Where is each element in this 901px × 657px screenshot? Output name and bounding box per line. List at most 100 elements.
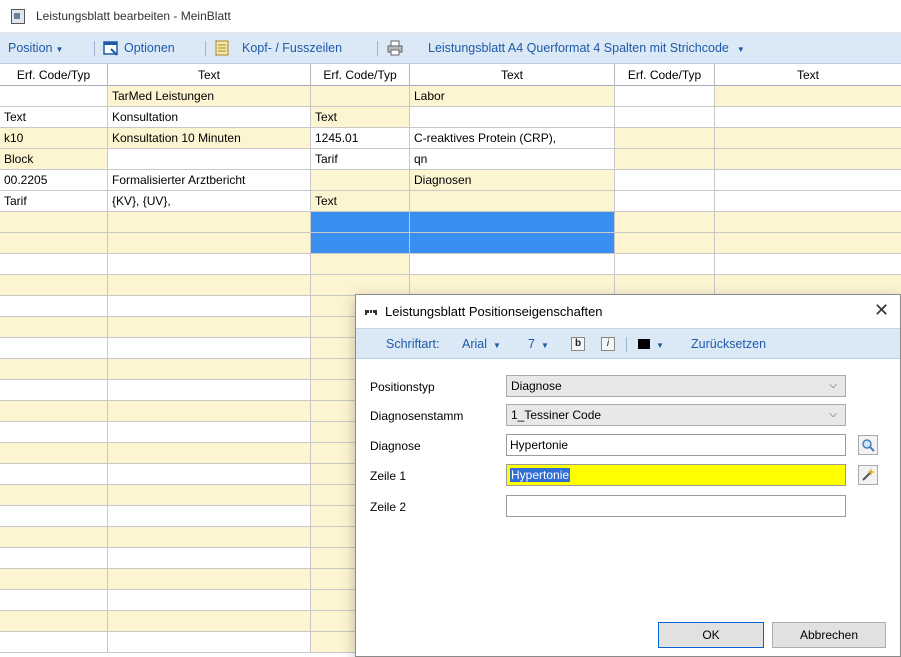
layout-dropdown[interactable]: Leistungsblatt A4 Querformat 4 Spalten m… xyxy=(428,41,745,55)
kopf-fusszeilen-button[interactable]: Kopf- / Fusszeilen xyxy=(242,41,342,55)
table-cell[interactable] xyxy=(108,569,311,589)
table-cell[interactable] xyxy=(0,569,108,589)
table-cell[interactable]: k10 xyxy=(0,128,108,148)
table-row[interactable] xyxy=(0,233,901,254)
table-row[interactable]: 00.2205 Formalisierter Arztbericht Diagnos… xyxy=(0,170,901,191)
table-cell[interactable] xyxy=(615,233,715,253)
italic-button[interactable]: i xyxy=(601,337,615,351)
table-cell[interactable] xyxy=(0,590,108,610)
table-cell[interactable] xyxy=(108,233,311,253)
table-row[interactable]: Block Tarif qn xyxy=(0,149,901,170)
diagnosenstamm-select[interactable]: 1_Tessiner Code ⌵ xyxy=(506,404,846,426)
table-cell[interactable] xyxy=(0,233,108,253)
table-cell[interactable] xyxy=(410,212,615,232)
table-cell[interactable] xyxy=(715,191,901,211)
ok-button[interactable]: OK xyxy=(658,622,764,648)
table-cell[interactable] xyxy=(108,338,311,358)
table-cell[interactable] xyxy=(0,527,108,547)
table-cell[interactable] xyxy=(0,464,108,484)
table-cell[interactable]: Text xyxy=(311,191,410,211)
diagnose-input[interactable]: Hypertonie xyxy=(506,434,846,456)
table-cell[interactable] xyxy=(108,212,311,232)
column-header[interactable]: Erf. Code/Typ xyxy=(311,64,410,86)
table-cell[interactable]: qn xyxy=(410,149,615,169)
table-cell[interactable] xyxy=(108,464,311,484)
table-cell[interactable] xyxy=(615,107,715,127)
table-cell[interactable] xyxy=(311,275,410,295)
table-cell[interactable]: Labor xyxy=(410,86,615,106)
table-cell[interactable]: 1245.01 xyxy=(311,128,410,148)
table-cell[interactable] xyxy=(108,548,311,568)
table-cell[interactable] xyxy=(0,296,108,316)
table-cell[interactable]: Formalisierter Arztbericht xyxy=(108,170,311,190)
table-cell[interactable] xyxy=(0,212,108,232)
table-cell[interactable] xyxy=(615,149,715,169)
table-cell[interactable]: Konsultation xyxy=(108,107,311,127)
table-cell[interactable] xyxy=(108,527,311,547)
font-dropdown[interactable]: Arial ▼ xyxy=(462,337,501,351)
table-cell[interactable] xyxy=(715,86,901,106)
table-row[interactable] xyxy=(0,254,901,275)
table-cell[interactable] xyxy=(108,275,311,295)
table-cell[interactable] xyxy=(715,275,901,295)
reset-button[interactable]: Zurücksetzen xyxy=(691,337,766,351)
table-cell[interactable] xyxy=(311,86,410,106)
table-cell[interactable] xyxy=(615,275,715,295)
table-cell[interactable]: TarMed Leistungen xyxy=(108,86,311,106)
table-cell[interactable] xyxy=(615,191,715,211)
table-cell[interactable] xyxy=(108,632,311,652)
table-cell[interactable] xyxy=(715,254,901,274)
table-cell[interactable] xyxy=(715,212,901,232)
table-cell[interactable] xyxy=(410,275,615,295)
color-dropdown[interactable]: ▼ xyxy=(638,337,664,351)
table-row[interactable]: k10 Konsultation 10 Minuten 1245.01 C-reakt… xyxy=(0,128,901,149)
table-cell[interactable] xyxy=(0,401,108,421)
table-cell[interactable] xyxy=(311,170,410,190)
table-cell[interactable] xyxy=(0,422,108,442)
table-cell[interactable] xyxy=(0,254,108,274)
table-cell[interactable] xyxy=(0,548,108,568)
search-button[interactable] xyxy=(858,435,878,455)
table-cell[interactable] xyxy=(0,338,108,358)
table-cell[interactable]: Konsultation 10 Minuten xyxy=(108,128,311,148)
cancel-button[interactable]: Abbrechen xyxy=(772,622,886,648)
table-cell[interactable] xyxy=(410,233,615,253)
table-cell[interactable]: Block xyxy=(0,149,108,169)
table-row[interactable] xyxy=(0,275,901,296)
wand-button[interactable] xyxy=(858,465,878,485)
table-cell[interactable] xyxy=(0,86,108,106)
table-cell[interactable] xyxy=(108,443,311,463)
column-header[interactable]: Text xyxy=(108,64,311,86)
table-cell[interactable]: Text xyxy=(0,107,108,127)
table-cell[interactable] xyxy=(108,359,311,379)
table-cell[interactable] xyxy=(615,212,715,232)
table-cell[interactable] xyxy=(0,317,108,337)
table-cell[interactable] xyxy=(108,254,311,274)
table-cell[interactable] xyxy=(410,107,615,127)
table-cell[interactable]: 00.2205 xyxy=(0,170,108,190)
position-menu[interactable]: Position ▼ xyxy=(8,41,63,55)
table-cell[interactable] xyxy=(108,380,311,400)
table-cell[interactable] xyxy=(108,401,311,421)
table-cell[interactable] xyxy=(108,149,311,169)
table-cell[interactable] xyxy=(108,317,311,337)
table-cell[interactable] xyxy=(715,107,901,127)
positionstyp-select[interactable]: Diagnose ⌵ xyxy=(506,375,846,397)
table-cell[interactable] xyxy=(0,485,108,505)
table-cell[interactable] xyxy=(0,359,108,379)
table-cell[interactable] xyxy=(311,254,410,274)
table-cell[interactable]: {KV}, {UV}, xyxy=(108,191,311,211)
table-cell[interactable] xyxy=(0,506,108,526)
table-cell[interactable] xyxy=(311,212,410,232)
table-cell[interactable] xyxy=(108,611,311,631)
table-cell[interactable] xyxy=(715,170,901,190)
table-row[interactable]: Text Konsultation Text xyxy=(0,107,901,128)
table-cell[interactable] xyxy=(108,296,311,316)
bold-button[interactable]: b xyxy=(571,337,585,351)
table-cell[interactable]: Tarif xyxy=(0,191,108,211)
table-row[interactable] xyxy=(0,212,901,233)
table-cell[interactable]: Tarif xyxy=(311,149,410,169)
table-cell[interactable] xyxy=(615,170,715,190)
table-cell[interactable] xyxy=(615,254,715,274)
close-icon[interactable]: ✕ xyxy=(874,300,889,321)
